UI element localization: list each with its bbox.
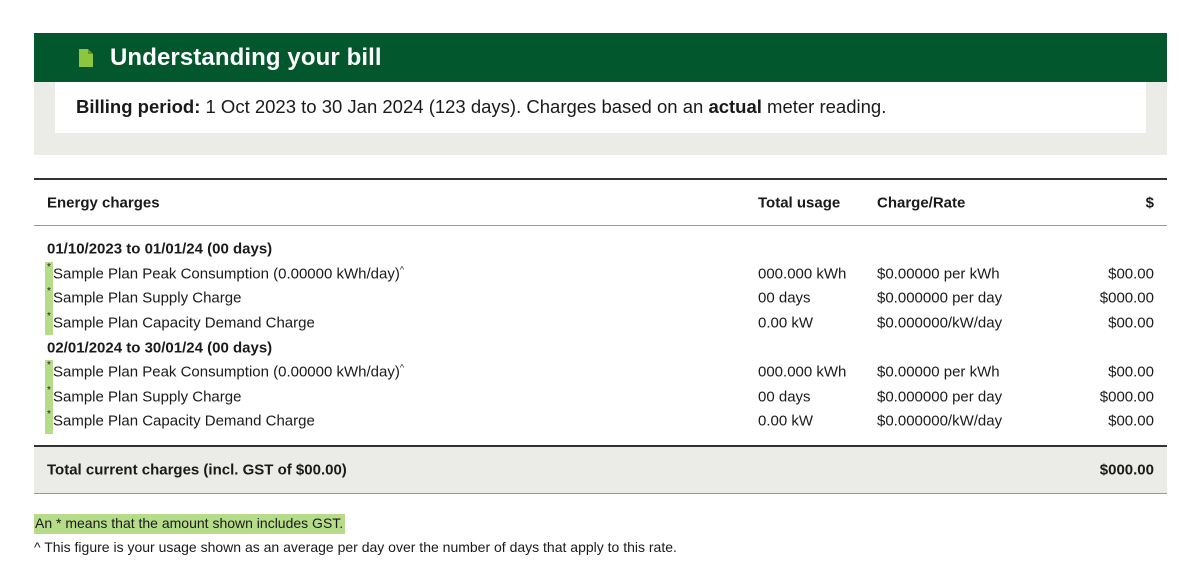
charge-amount: $00.00 xyxy=(1108,265,1154,283)
section-title: 02/01/2024 to 30/01/24 (00 days) xyxy=(47,339,273,357)
table-row: * Sample Plan Supply Charge 00 days $0.0000… xyxy=(34,286,1167,311)
total-amount: $000.00 xyxy=(1099,461,1154,479)
total-usage: 000.000 kWh xyxy=(758,265,847,283)
charge-label: Sample Plan Supply Charge xyxy=(53,388,241,405)
charge-rate: $0.000000 per day xyxy=(877,388,1003,406)
billing-period-suffix: meter reading. xyxy=(761,96,887,117)
charge-rate: $0.000000/kW/day xyxy=(877,412,1003,430)
column-header-charge-rate: Charge/Rate xyxy=(877,194,966,211)
charge-name: Sample Plan Peak Consumption (0.00000 kW… xyxy=(53,363,400,381)
billing-period-text: 1 Oct 2023 to 30 Jan 2024 (123 days). Ch… xyxy=(200,96,709,117)
reading-type: actual xyxy=(708,96,762,117)
charge-amount: $000.00 xyxy=(1099,289,1154,307)
total-row: Total current charges (incl. GST of $00.… xyxy=(34,445,1167,494)
total-usage: 0.00 kW xyxy=(758,412,814,430)
billing-period-box: Billing period: 1 Oct 2023 to 30 Jan 202… xyxy=(55,82,1146,133)
document-icon xyxy=(79,49,93,67)
charge-rate: $0.000000/kW/day xyxy=(877,314,1003,332)
charge-name: Sample Plan Supply Charge xyxy=(53,289,242,307)
charge-name: Sample Plan Peak Consumption (0.00000 kW… xyxy=(53,265,400,283)
charge-rate: $0.000000 per day xyxy=(877,289,1003,307)
gst-marker: * xyxy=(45,384,53,410)
charge-label: Sample Plan Capacity Demand Charge xyxy=(53,315,315,332)
bill-header: Understanding your bill xyxy=(34,33,1167,82)
gst-marker: * xyxy=(45,261,53,287)
total-label: Total current charges (incl. GST of $00.… xyxy=(47,461,347,479)
column-header-amount: $ xyxy=(1145,194,1154,211)
gst-note: An * means that the amount shown include… xyxy=(34,514,346,534)
total-usage: 0.00 kW xyxy=(758,314,814,332)
average-note: ^ This figure is your usage shown as an … xyxy=(34,539,677,555)
charge-label: Sample Plan Capacity Demand Charge xyxy=(53,413,315,430)
charge-amount: $00.00 xyxy=(1108,363,1154,381)
charge-label: Sample Plan Peak Consumption (0.00000 kW… xyxy=(53,264,405,283)
table-body: 01/10/2023 to 01/01/24 (00 days) * Sample … xyxy=(34,226,1167,434)
billing-period-label: Billing period: xyxy=(76,96,201,117)
table-row: * Sample Plan Peak Consumption (0.00000 k… xyxy=(34,261,1167,287)
charge-rate: $0.00000 per kWh xyxy=(877,265,1000,283)
gst-marker: * xyxy=(45,310,53,336)
column-header-energy-charges: Energy charges xyxy=(47,194,160,211)
section-title-row: 01/10/2023 to 01/01/24 (00 days) xyxy=(34,237,1167,262)
charge-label: Sample Plan Supply Charge xyxy=(53,290,241,307)
table-row: * Sample Plan Supply Charge 00 days $0.0000… xyxy=(34,384,1167,410)
charge-amount: $00.00 xyxy=(1108,412,1154,430)
table-row: * Sample Plan Capacity Demand Charge 0.00 … xyxy=(34,409,1167,434)
gst-marker: * xyxy=(45,286,53,311)
charge-amount: $000.00 xyxy=(1099,388,1154,406)
total-usage: 000.000 kWh xyxy=(758,363,847,381)
section-title: 01/10/2023 to 01/01/24 (00 days) xyxy=(47,240,273,258)
charge-amount: $00.00 xyxy=(1108,314,1154,332)
billing-period-panel: Billing period: 1 Oct 2023 to 30 Jan 202… xyxy=(34,82,1167,155)
charge-rate: $0.00000 per kWh xyxy=(877,363,1000,381)
table-row: * Sample Plan Peak Consumption (0.00000 k… xyxy=(34,359,1167,385)
gst-marker: * xyxy=(45,359,53,385)
charge-name: Sample Plan Supply Charge xyxy=(53,388,242,406)
section-title-row: 02/01/2024 to 30/01/24 (00 days) xyxy=(34,335,1167,360)
page-title: Understanding your bill xyxy=(110,44,382,71)
table-header: Energy charges Total usage Charge/Rate $ xyxy=(34,180,1167,226)
average-marker: ^ xyxy=(399,362,405,373)
gst-marker: * xyxy=(45,409,53,434)
total-usage: 00 days xyxy=(758,289,811,307)
table-row: * Sample Plan Capacity Demand Charge 0.00 … xyxy=(34,310,1167,336)
charge-label: Sample Plan Peak Consumption (0.00000 kW… xyxy=(53,362,405,381)
average-marker: ^ xyxy=(399,264,405,275)
column-header-total-usage: Total usage xyxy=(758,194,841,211)
energy-charges-table: Energy charges Total usage Charge/Rate $… xyxy=(34,178,1167,434)
charge-name: Sample Plan Capacity Demand Charge xyxy=(53,314,315,332)
total-usage: 00 days xyxy=(758,388,811,406)
charge-name: Sample Plan Capacity Demand Charge xyxy=(53,412,315,430)
